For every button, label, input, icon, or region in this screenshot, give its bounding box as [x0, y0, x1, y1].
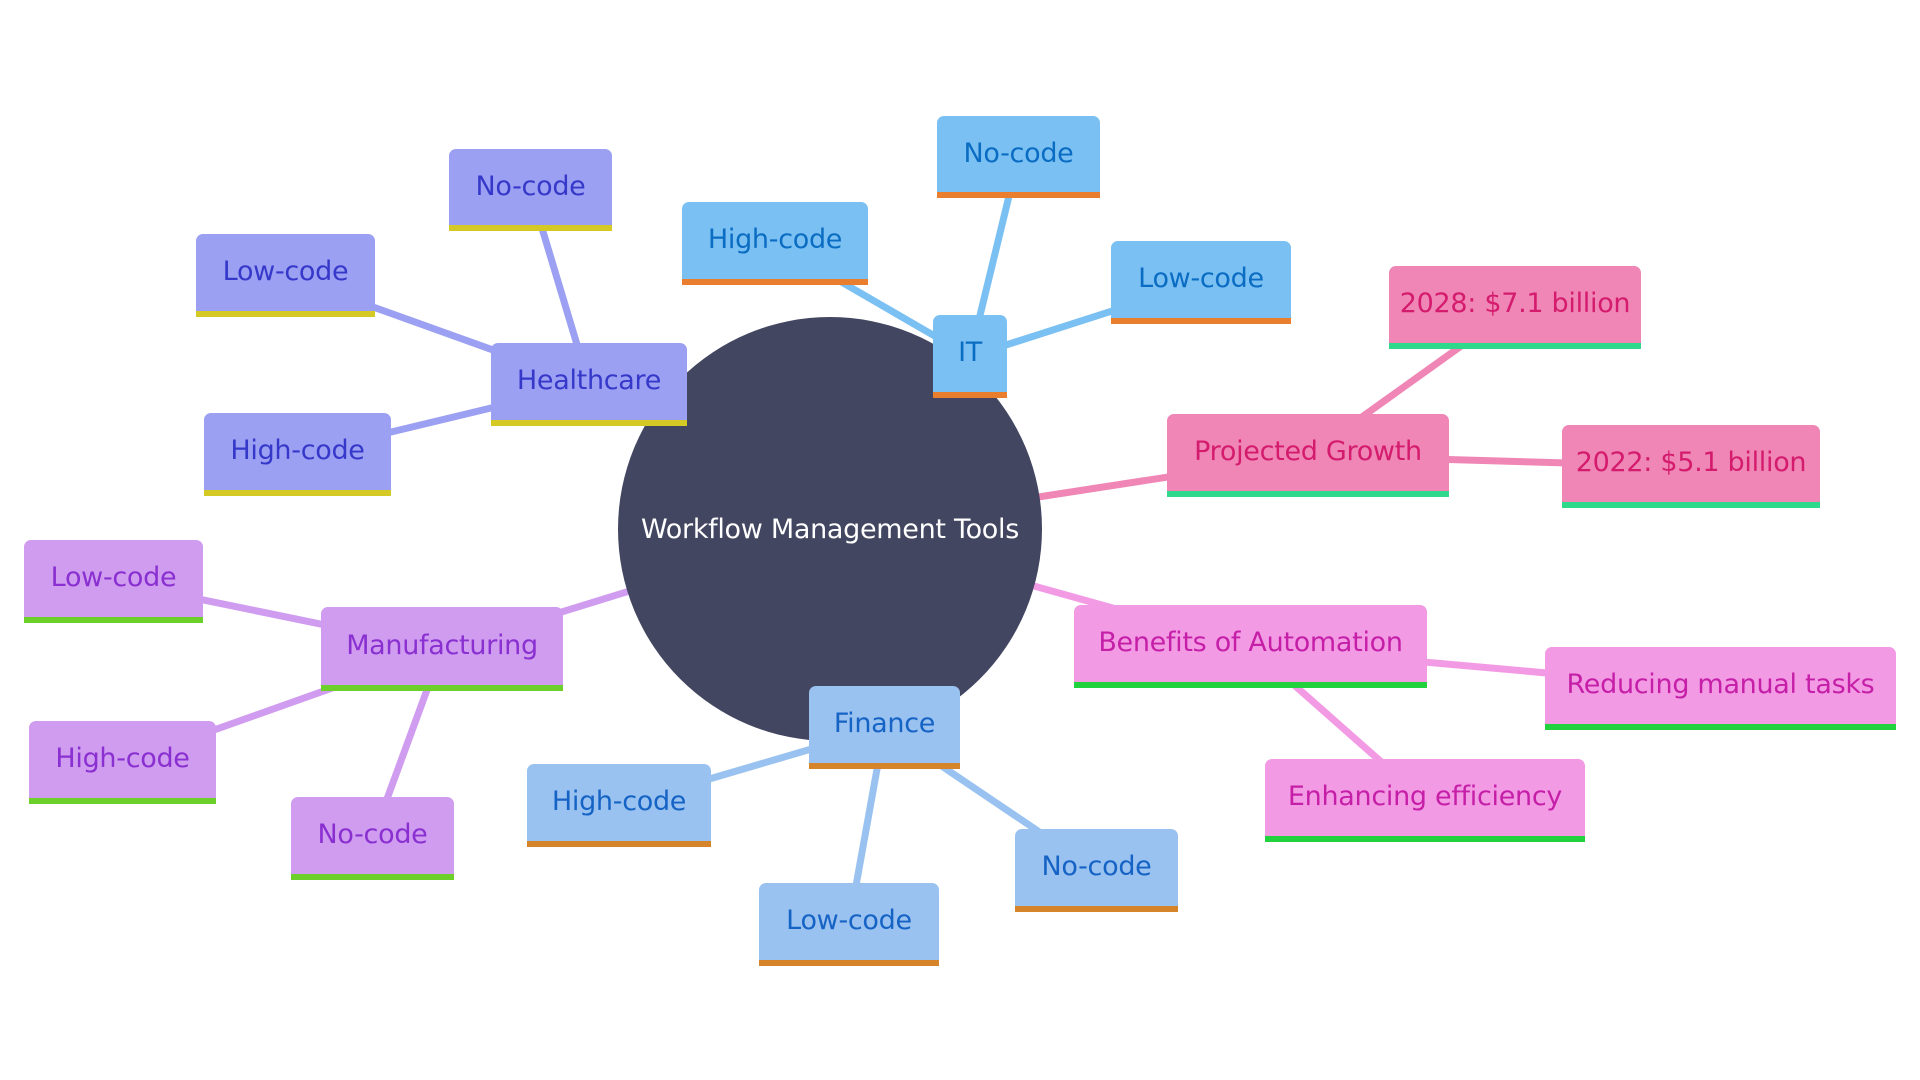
- node-label: Low-code: [786, 905, 912, 936]
- node-label: Low-code: [50, 562, 177, 593]
- root-label: Workflow Management Tools: [640, 513, 1019, 545]
- leaf-node-growth-2028[interactable]: 2028: $7.1 billion: [1389, 266, 1641, 349]
- leaf-node-manufacturing-no-code[interactable]: No-code: [291, 797, 454, 880]
- leaf-node-healthcare-high-code[interactable]: High-code: [204, 413, 391, 496]
- node-label: No-code: [1041, 851, 1152, 882]
- branch-node-manufacturing[interactable]: Manufacturing: [321, 607, 563, 691]
- node-label: High-code: [230, 435, 365, 466]
- leaf-node-healthcare-low-code[interactable]: Low-code: [196, 234, 375, 317]
- leaf-node-it-no-code[interactable]: No-code: [937, 116, 1100, 198]
- node-label: Projected Growth: [1194, 436, 1422, 467]
- branch-node-benefits-of-automation[interactable]: Benefits of Automation: [1074, 605, 1427, 688]
- node-label: Healthcare: [516, 365, 662, 396]
- node-label: IT: [958, 337, 982, 368]
- leaf-node-enhancing-efficiency[interactable]: Enhancing efficiency: [1265, 759, 1585, 842]
- leaf-node-it-low-code[interactable]: Low-code: [1111, 241, 1291, 324]
- node-label: High-code: [55, 743, 190, 774]
- node-label: Manufacturing: [346, 629, 538, 661]
- node-label: No-code: [963, 137, 1074, 169]
- node-label: No-code: [475, 170, 586, 202]
- leaf-node-finance-high-code[interactable]: High-code: [527, 764, 711, 847]
- node-label: 2028: $7.1 billion: [1399, 288, 1631, 319]
- branch-node-projected-growth[interactable]: Projected Growth: [1167, 414, 1449, 497]
- branch-node-it[interactable]: IT: [933, 315, 1007, 398]
- node-label: Low-code: [222, 256, 349, 287]
- node-label: High-code: [707, 224, 843, 255]
- node-label: Enhancing efficiency: [1287, 781, 1563, 812]
- node-label: Finance: [833, 708, 936, 739]
- leaf-node-growth-2022[interactable]: 2022: $5.1 billion: [1562, 425, 1820, 508]
- node-label: Reducing manual tasks: [1566, 669, 1875, 700]
- node-label: High-code: [551, 786, 687, 817]
- leaf-node-manufacturing-high-code[interactable]: High-code: [29, 721, 216, 804]
- leaf-node-finance-no-code[interactable]: No-code: [1015, 829, 1178, 912]
- node-label: 2022: $5.1 billion: [1575, 447, 1807, 478]
- node-label: Low-code: [1138, 263, 1264, 294]
- node-label: Benefits of Automation: [1098, 627, 1403, 658]
- leaf-node-it-high-code[interactable]: High-code: [682, 202, 868, 285]
- branch-node-healthcare[interactable]: Healthcare: [491, 343, 687, 426]
- mindmap-canvas: Workflow Management Tools Healthcare No-…: [0, 0, 1920, 1080]
- leaf-node-manufacturing-low-code[interactable]: Low-code: [24, 540, 203, 623]
- leaf-node-reducing-manual-tasks[interactable]: Reducing manual tasks: [1545, 647, 1896, 730]
- branch-node-finance[interactable]: Finance: [809, 686, 960, 769]
- leaf-node-healthcare-no-code[interactable]: No-code: [449, 149, 612, 231]
- leaf-node-finance-low-code[interactable]: Low-code: [759, 883, 939, 966]
- node-label: No-code: [317, 819, 428, 850]
